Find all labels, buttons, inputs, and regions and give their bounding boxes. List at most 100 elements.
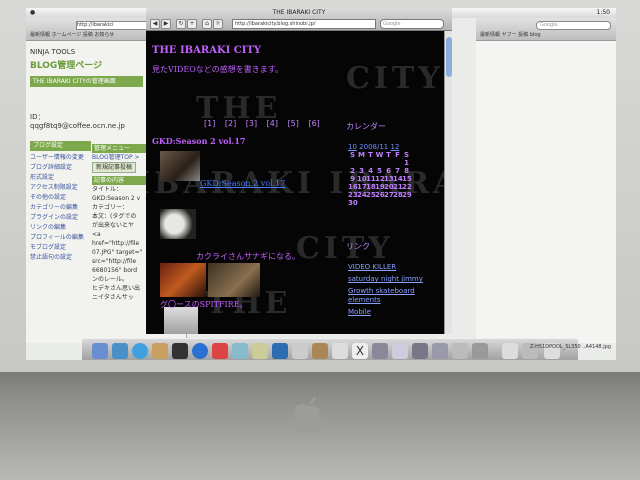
sidebar-item[interactable]: プラグインの設定 xyxy=(30,213,90,223)
iphoto-icon[interactable] xyxy=(152,343,168,359)
calendar-day[interactable]: 30 xyxy=(348,199,358,207)
page-link[interactable]: [4] xyxy=(267,119,278,128)
imovie-icon[interactable] xyxy=(172,343,188,359)
post-photo[interactable] xyxy=(160,263,206,297)
calendar-day[interactable]: 12 xyxy=(375,175,385,183)
app-icon[interactable] xyxy=(412,343,428,359)
calendar-day[interactable]: 2 xyxy=(348,167,357,175)
post-photo[interactable] xyxy=(208,263,260,297)
calendar-day[interactable]: 16 xyxy=(348,183,358,191)
app-icon[interactable] xyxy=(332,343,348,359)
itunes-icon[interactable] xyxy=(132,343,148,359)
apple-menu-icon[interactable]: ● xyxy=(30,8,35,18)
calendar-day[interactable]: 5 xyxy=(375,167,384,175)
ical-icon[interactable] xyxy=(192,343,208,359)
post-link[interactable]: GKD:Season 2 vol.17 xyxy=(200,179,285,188)
calendar-next-link[interactable]: 12 xyxy=(390,143,399,151)
sidebar-item[interactable]: プロフィールの編集 xyxy=(30,233,90,243)
main-browser-window[interactable]: THE IBARAKI CITY ◀ ▶ ↻ + ⌂ ☼ http://ibar… xyxy=(146,8,452,334)
link-item[interactable]: Mobile xyxy=(348,308,438,317)
calendar-day[interactable]: 28 xyxy=(393,191,403,199)
home-button[interactable]: ⌂ xyxy=(202,19,212,29)
back-button[interactable]: ◀ xyxy=(150,19,160,29)
sidebar-item[interactable]: ブログ詳細設定 xyxy=(30,163,90,173)
page-link[interactable]: [1] xyxy=(204,119,215,128)
calendar-day[interactable]: 8 xyxy=(402,167,411,175)
sidebar-item[interactable]: モブログ設定 xyxy=(30,243,90,253)
post-title[interactable]: GKD:Season 2 vol.17 xyxy=(152,136,245,146)
blog-title[interactable]: THE IBARAKI CITY xyxy=(152,45,261,56)
sidebar-item[interactable]: アクセス制限設定 xyxy=(30,183,90,193)
sidebar-item[interactable]: 禁止語句の設定 xyxy=(30,253,90,263)
calendar-day[interactable]: 11 xyxy=(366,175,376,183)
app-icon[interactable] xyxy=(432,343,448,359)
calendar-day[interactable]: 27 xyxy=(384,191,394,199)
page-link[interactable]: [6] xyxy=(308,119,319,128)
downloads-icon[interactable] xyxy=(502,343,518,359)
preview-icon[interactable] xyxy=(252,343,268,359)
calendar-day[interactable]: 19 xyxy=(375,183,385,191)
calendar-day[interactable]: 7 xyxy=(393,167,402,175)
sidebar-item[interactable]: 形式設定 xyxy=(30,173,90,183)
page-link[interactable]: [3] xyxy=(246,119,257,128)
calendar-day[interactable]: 20 xyxy=(384,183,394,191)
calendar-day[interactable]: 26 xyxy=(375,191,385,199)
page-link[interactable]: [2] xyxy=(225,119,236,128)
post-photo[interactable] xyxy=(160,151,200,181)
app-icon[interactable] xyxy=(452,343,468,359)
right-window-bookmarks[interactable]: 最新情報 ヤフー 投稿 blog xyxy=(480,31,541,38)
right-browser-window[interactable]: Google 最新情報 ヤフー 投稿 blog xyxy=(476,18,616,343)
calendar-day[interactable]: 9 xyxy=(348,175,357,183)
sidebar-item[interactable]: リンクの編集 xyxy=(30,223,90,233)
calendar-day[interactable]: 21 xyxy=(393,183,403,191)
calendar-day[interactable]: 15 xyxy=(402,175,412,183)
calendar-day[interactable]: 6 xyxy=(384,167,393,175)
x11-icon[interactable]: X xyxy=(352,343,368,359)
blog-admin-bookmarks[interactable]: 最新情報 ホームページ 投稿 お知らせ xyxy=(30,31,114,38)
calendar-day[interactable]: 25 xyxy=(366,191,376,199)
calendar-day[interactable]: 17 xyxy=(357,183,367,191)
post-photo[interactable] xyxy=(164,307,198,334)
link-item[interactable]: saturday night jimmy xyxy=(348,275,438,284)
terminal-icon[interactable] xyxy=(272,343,288,359)
calendar-day[interactable]: 24 xyxy=(357,191,367,199)
link-item[interactable]: VIDEO KILLER xyxy=(348,263,438,272)
stickies-icon[interactable] xyxy=(312,343,328,359)
mail-icon[interactable] xyxy=(232,343,248,359)
finder-icon[interactable] xyxy=(92,343,108,359)
calendar-day[interactable]: 13 xyxy=(384,175,394,183)
link-item[interactable]: Growth skateboard elements xyxy=(348,287,438,305)
sidebar-item[interactable]: その他の設定 xyxy=(30,193,90,203)
page-link[interactable]: [5] xyxy=(288,119,299,128)
dvd-player-icon[interactable] xyxy=(212,343,228,359)
sidebar-item[interactable]: ユーザー情報の変更 xyxy=(30,153,90,163)
address-bar[interactable]: http://ibarakicity.blog.shinobi.jp/ xyxy=(232,19,376,29)
add-bookmark-button[interactable]: + xyxy=(187,19,197,29)
calendar-day[interactable]: 23 xyxy=(348,191,358,199)
reload-button[interactable]: ↻ xyxy=(176,19,186,29)
new-post-tab[interactable]: 新規記事投稿 xyxy=(92,162,137,173)
settings-icon[interactable]: ☼ xyxy=(213,19,223,29)
right-search-input[interactable]: Google xyxy=(536,21,611,30)
calendar-day[interactable]: 10 xyxy=(357,175,367,183)
calendar-day[interactable]: 29 xyxy=(402,191,412,199)
app-icon[interactable] xyxy=(472,343,488,359)
calendar-day[interactable]: 1 xyxy=(402,159,411,167)
calendar-day[interactable]: 22 xyxy=(402,183,412,191)
vertical-scrollbar[interactable] xyxy=(444,31,452,334)
textedit-icon[interactable] xyxy=(292,343,308,359)
forward-button[interactable]: ▶ xyxy=(161,19,171,29)
search-input[interactable]: Google xyxy=(380,19,444,29)
calendar-day xyxy=(375,159,384,167)
calendar-prev-link[interactable]: 10 xyxy=(348,143,357,151)
calendar-day[interactable]: 4 xyxy=(366,167,375,175)
calendar-day[interactable]: 18 xyxy=(366,183,376,191)
safari-icon[interactable] xyxy=(112,343,128,359)
app-icon[interactable] xyxy=(392,343,408,359)
post-photo[interactable] xyxy=(160,209,196,239)
calendar-day[interactable]: 14 xyxy=(393,175,403,183)
scrollbar-thumb[interactable] xyxy=(446,37,452,77)
system-preferences-icon[interactable] xyxy=(372,343,388,359)
calendar-day[interactable]: 3 xyxy=(357,167,366,175)
sidebar-item[interactable]: カテゴリーの編集 xyxy=(30,203,90,213)
